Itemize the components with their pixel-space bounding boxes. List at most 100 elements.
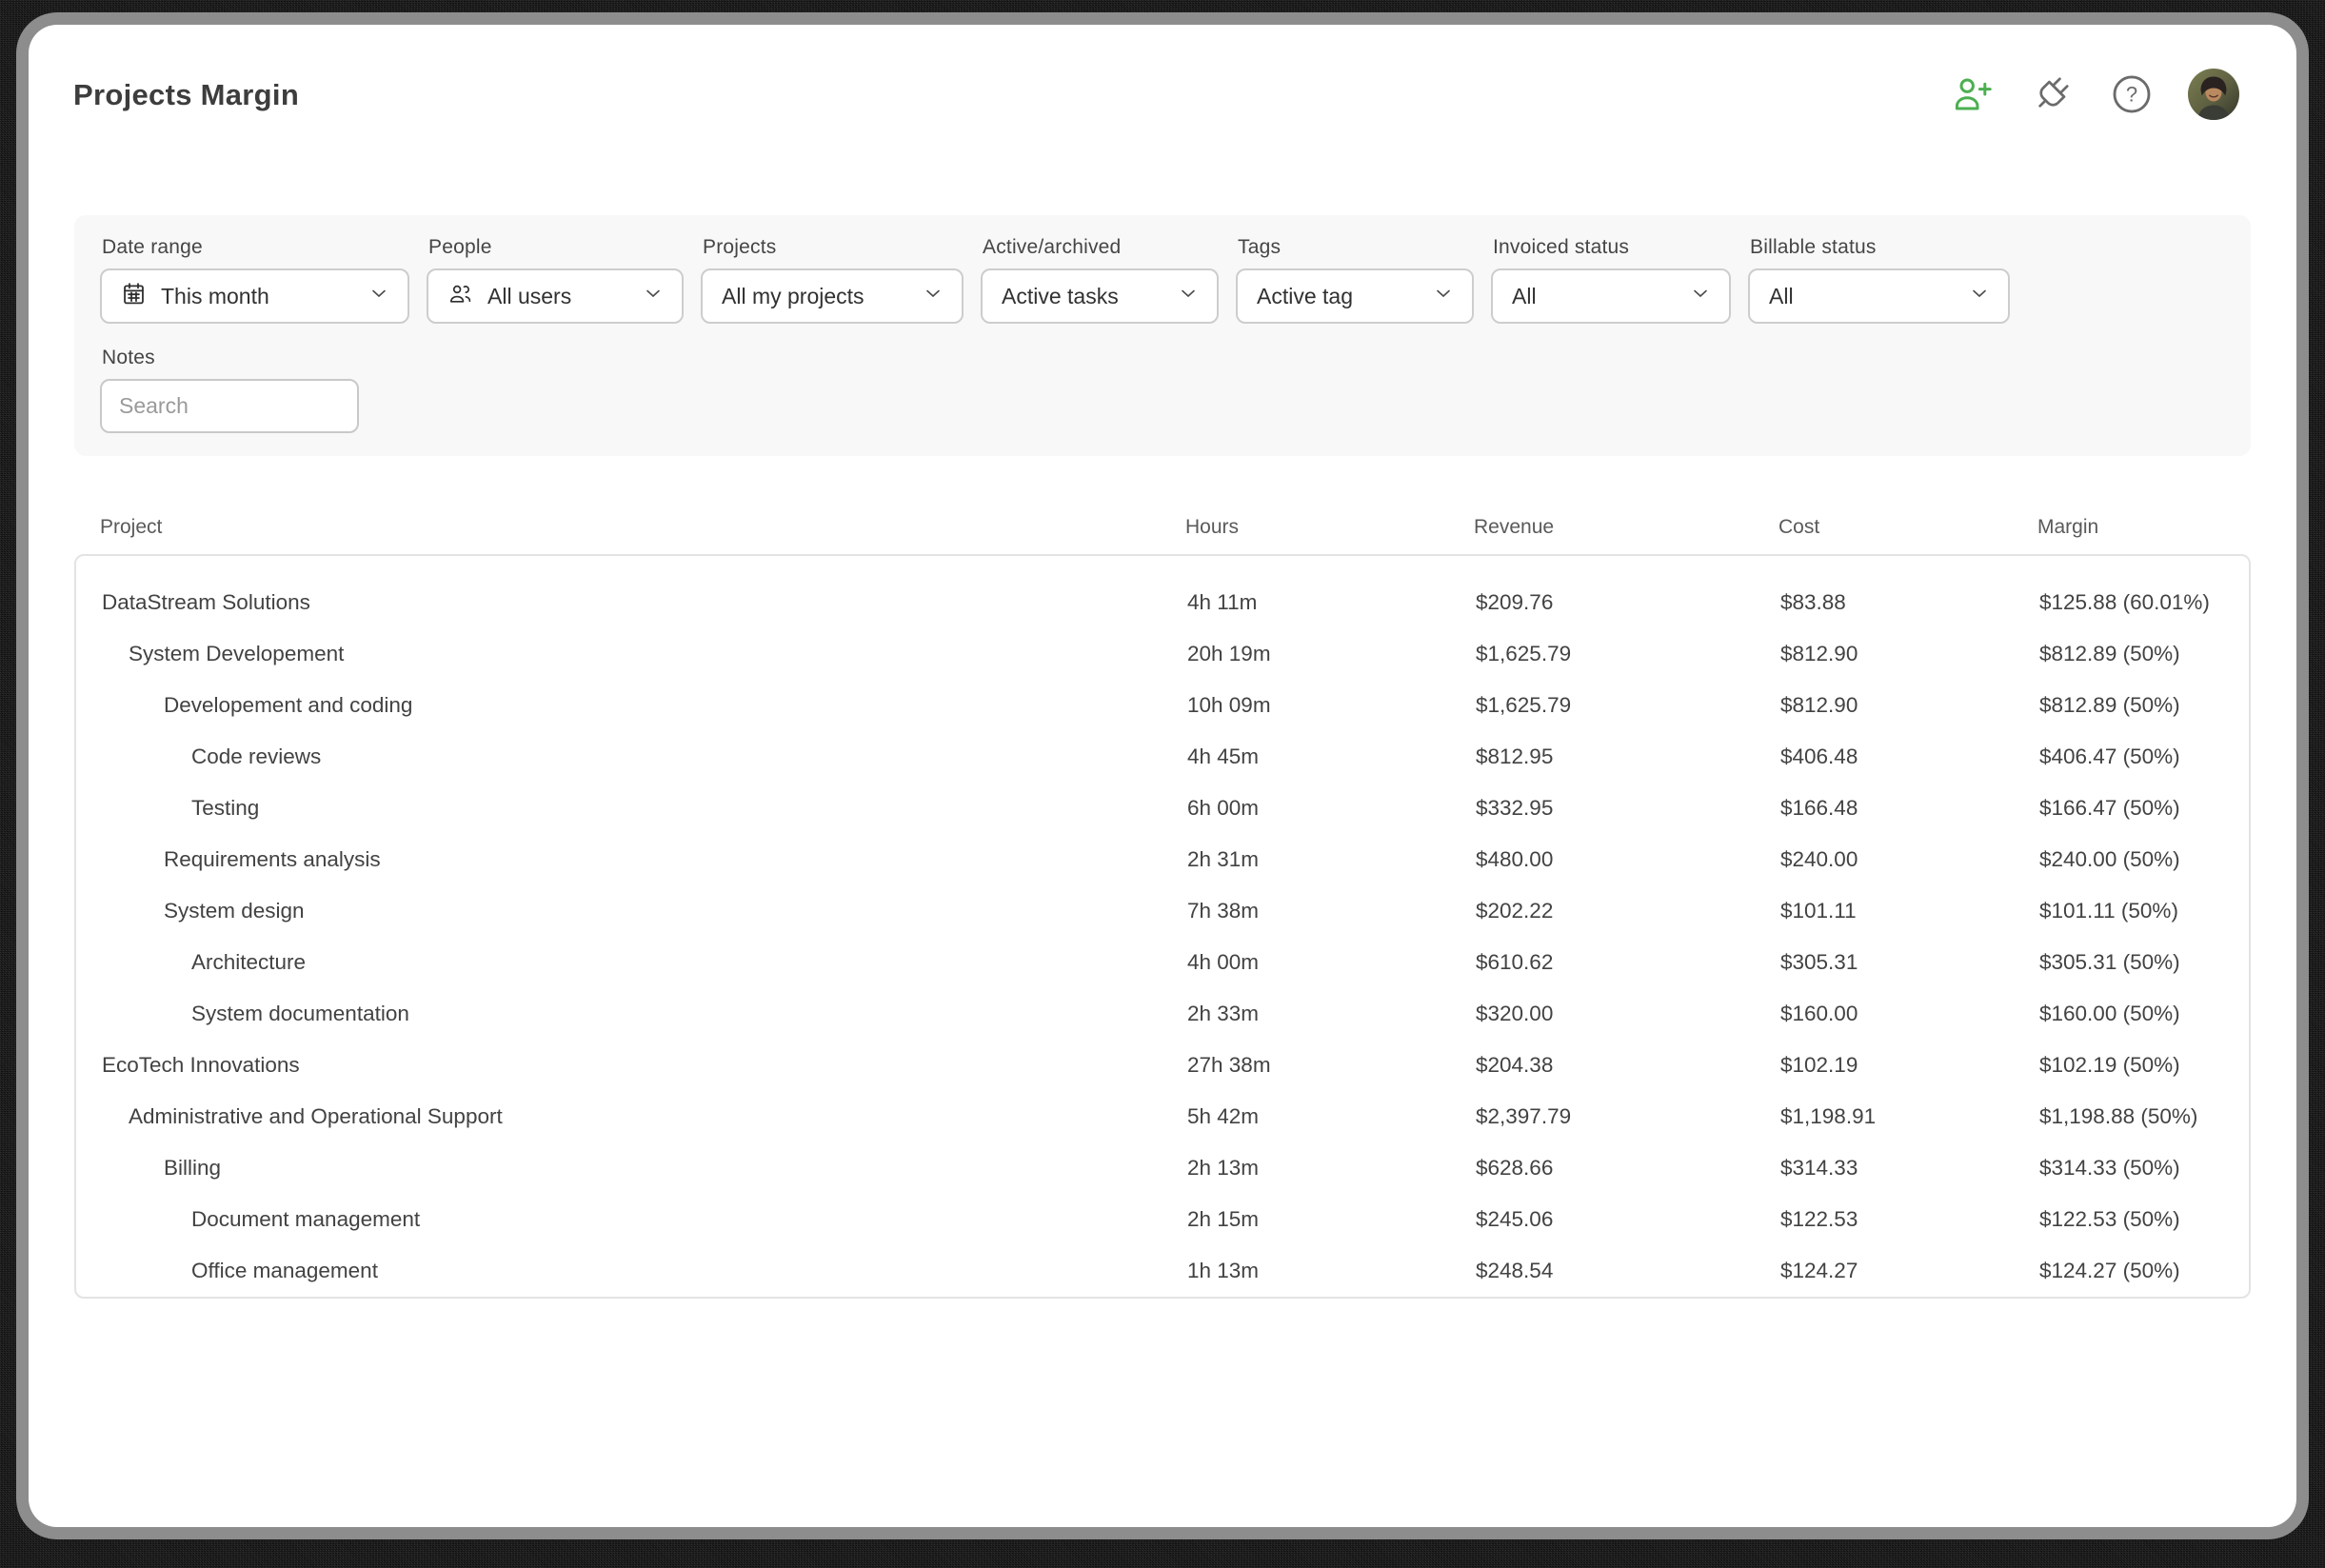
cell-margin: $101.11 (50%) bbox=[2039, 899, 2251, 923]
projects-select[interactable]: All my projects bbox=[701, 268, 964, 324]
cell-project: System Developement bbox=[102, 642, 1187, 666]
billable-status-value: All bbox=[1769, 284, 1794, 309]
cell-revenue: $248.54 bbox=[1476, 1259, 1780, 1283]
table-row[interactable]: Code reviews 4h 45m $812.95 $406.48 $406… bbox=[76, 731, 2251, 783]
column-header-project: Project bbox=[100, 516, 1185, 539]
cell-revenue: $204.38 bbox=[1476, 1053, 1780, 1078]
add-user-icon bbox=[1949, 71, 1995, 117]
cell-hours: 27h 38m bbox=[1187, 1053, 1476, 1078]
integrations-button[interactable] bbox=[2028, 70, 2076, 118]
cell-margin: $1,198.88 (50%) bbox=[2039, 1104, 2251, 1129]
cell-margin: $125.88 (60.01%) bbox=[2039, 590, 2251, 615]
cell-project: Architecture bbox=[102, 950, 1187, 975]
date-range-select[interactable]: This month bbox=[100, 268, 409, 324]
cell-hours: 20h 19m bbox=[1187, 642, 1476, 666]
table-row[interactable]: System documentation 2h 33m $320.00 $160… bbox=[76, 988, 2251, 1040]
cell-hours: 5h 42m bbox=[1187, 1104, 1476, 1129]
cell-cost: $314.33 bbox=[1780, 1156, 2039, 1181]
invoiced-status-value: All bbox=[1512, 284, 1537, 309]
header-actions: ? bbox=[1948, 69, 2239, 120]
page-background: { "header": { "title": "Projects Margin"… bbox=[0, 0, 2325, 1568]
cell-revenue: $202.22 bbox=[1476, 899, 1780, 923]
cell-margin: $124.27 (50%) bbox=[2039, 1259, 2251, 1283]
table-row[interactable]: Office management 1h 13m $248.54 $124.27… bbox=[76, 1245, 2251, 1297]
invoiced-status-select[interactable]: All bbox=[1491, 268, 1731, 324]
cell-cost: $166.48 bbox=[1780, 796, 2039, 821]
chevron-down-icon bbox=[922, 282, 944, 310]
cell-revenue: $320.00 bbox=[1476, 1002, 1780, 1026]
table-row[interactable]: Testing 6h 00m $332.95 $166.48 $166.47 (… bbox=[76, 783, 2251, 834]
cell-cost: $240.00 bbox=[1780, 847, 2039, 872]
chevron-down-icon bbox=[1177, 282, 1200, 310]
billable-status-select[interactable]: All bbox=[1748, 268, 2010, 324]
chevron-down-icon bbox=[642, 282, 665, 310]
cell-cost: $305.31 bbox=[1780, 950, 2039, 975]
cell-project: EcoTech Innovations bbox=[102, 1053, 1187, 1078]
people-label: People bbox=[428, 236, 684, 259]
cell-margin: $160.00 (50%) bbox=[2039, 1002, 2251, 1026]
notes-search-input[interactable] bbox=[100, 379, 359, 433]
cell-project: System documentation bbox=[102, 1002, 1187, 1026]
table-row[interactable]: DataStream Solutions 4h 11m $209.76 $83.… bbox=[76, 577, 2251, 628]
column-header-cost: Cost bbox=[1779, 516, 2037, 539]
date-range-label: Date range bbox=[102, 236, 409, 259]
cell-revenue: $610.62 bbox=[1476, 950, 1780, 975]
table-row[interactable]: System Developement 20h 19m $1,625.79 $8… bbox=[76, 628, 2251, 680]
cell-cost: $812.90 bbox=[1780, 693, 2039, 718]
cell-cost: $406.48 bbox=[1780, 744, 2039, 769]
add-user-button[interactable] bbox=[1948, 70, 1996, 118]
cell-hours: 1h 13m bbox=[1187, 1259, 1476, 1283]
column-header-margin: Margin bbox=[2037, 516, 2251, 539]
table-row[interactable]: Architecture 4h 00m $610.62 $305.31 $305… bbox=[76, 937, 2251, 988]
cell-revenue: $209.76 bbox=[1476, 590, 1780, 615]
column-header-hours: Hours bbox=[1185, 516, 1474, 539]
table-header: Project Hours Revenue Cost Margin bbox=[74, 516, 2251, 539]
cell-cost: $101.11 bbox=[1780, 899, 2039, 923]
table-row[interactable]: Administrative and Operational Support 5… bbox=[76, 1091, 2251, 1142]
table-row[interactable]: EcoTech Innovations 27h 38m $204.38 $102… bbox=[76, 1040, 2251, 1091]
table-row[interactable]: Document management 2h 15m $245.06 $122.… bbox=[76, 1194, 2251, 1245]
page-title: Projects Margin bbox=[73, 78, 299, 112]
svg-text:?: ? bbox=[2126, 82, 2137, 106]
table-row[interactable]: System design 7h 38m $202.22 $101.11 $10… bbox=[76, 885, 2251, 937]
cell-project: Developement and coding bbox=[102, 693, 1187, 718]
cell-cost: $102.19 bbox=[1780, 1053, 2039, 1078]
table-row[interactable]: Requirements analysis 2h 31m $480.00 $24… bbox=[76, 834, 2251, 885]
cell-hours: 7h 38m bbox=[1187, 899, 1476, 923]
cell-project: Office management bbox=[102, 1259, 1187, 1283]
chevron-down-icon bbox=[368, 282, 390, 310]
filters-panel: Date range Th bbox=[74, 215, 2251, 456]
cell-revenue: $2,397.79 bbox=[1476, 1104, 1780, 1129]
plug-icon bbox=[2031, 73, 2073, 115]
help-button[interactable]: ? bbox=[2108, 70, 2156, 118]
app-window: Projects Margin bbox=[29, 25, 2296, 1527]
people-value: All users bbox=[487, 284, 571, 309]
tags-label: Tags bbox=[1238, 236, 1474, 259]
cell-margin: $305.31 (50%) bbox=[2039, 950, 2251, 975]
calendar-icon bbox=[121, 281, 147, 312]
table-row[interactable]: Developement and coding 10h 09m $1,625.7… bbox=[76, 680, 2251, 731]
cell-project: Code reviews bbox=[102, 744, 1187, 769]
cell-revenue: $480.00 bbox=[1476, 847, 1780, 872]
cell-revenue: $245.06 bbox=[1476, 1207, 1780, 1232]
table-row[interactable]: Billing 2h 13m $628.66 $314.33 $314.33 (… bbox=[76, 1142, 2251, 1194]
cell-project: System design bbox=[102, 899, 1187, 923]
cell-cost: $83.88 bbox=[1780, 590, 2039, 615]
cell-revenue: $628.66 bbox=[1476, 1156, 1780, 1181]
cell-project: DataStream Solutions bbox=[102, 590, 1187, 615]
people-select[interactable]: All users bbox=[427, 268, 684, 324]
table-body: DataStream Solutions 4h 11m $209.76 $83.… bbox=[76, 577, 2249, 1297]
active-archived-select[interactable]: Active tasks bbox=[981, 268, 1219, 324]
cell-hours: 10h 09m bbox=[1187, 693, 1476, 718]
cell-hours: 4h 00m bbox=[1187, 950, 1476, 975]
tags-value: Active tag bbox=[1257, 284, 1353, 309]
tags-select[interactable]: Active tag bbox=[1236, 268, 1474, 324]
chevron-down-icon bbox=[1432, 282, 1455, 310]
cell-margin: $102.19 (50%) bbox=[2039, 1053, 2251, 1078]
user-avatar[interactable] bbox=[2188, 69, 2239, 120]
projects-margin-table: DataStream Solutions 4h 11m $209.76 $83.… bbox=[74, 554, 2251, 1299]
billable-status-label: Billable status bbox=[1750, 236, 2010, 259]
projects-label: Projects bbox=[703, 236, 964, 259]
cell-margin: $406.47 (50%) bbox=[2039, 744, 2251, 769]
cell-cost: $122.53 bbox=[1780, 1207, 2039, 1232]
